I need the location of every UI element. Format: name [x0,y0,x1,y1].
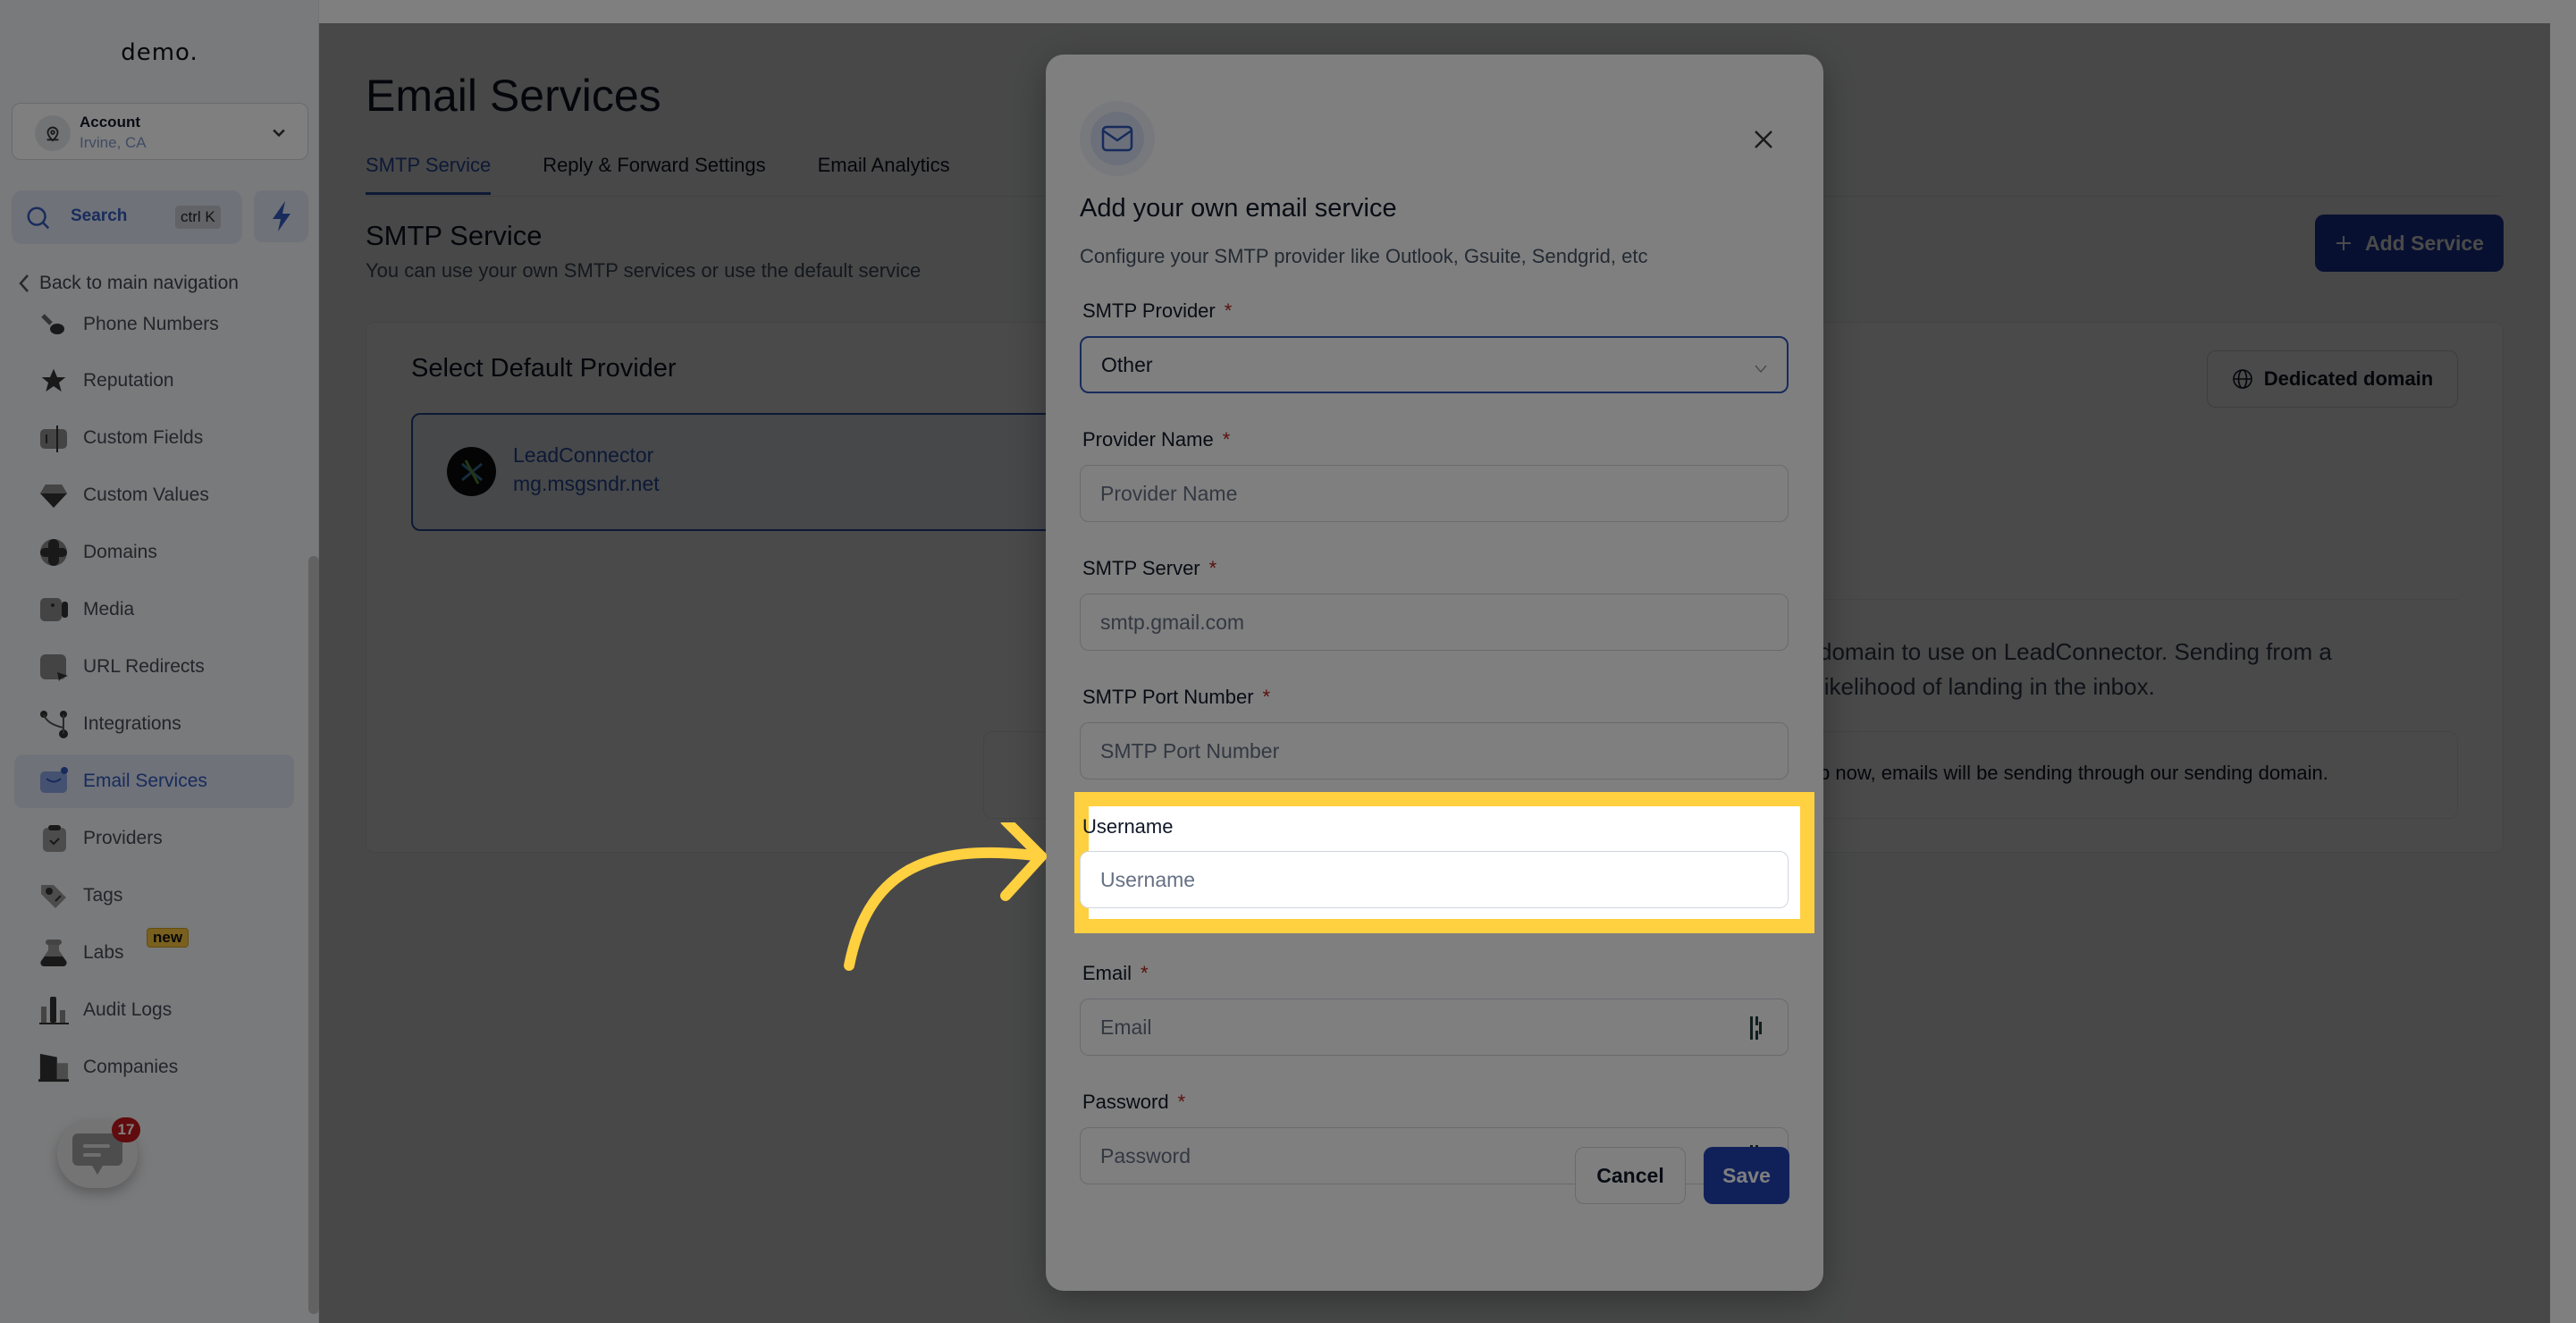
spotlight-overlay [0,0,2576,1323]
username-field[interactable] [1080,851,1789,908]
username-label: Username [1082,815,1174,838]
username-input[interactable] [1100,852,1788,907]
pointer-arrow-icon [844,822,1047,971]
